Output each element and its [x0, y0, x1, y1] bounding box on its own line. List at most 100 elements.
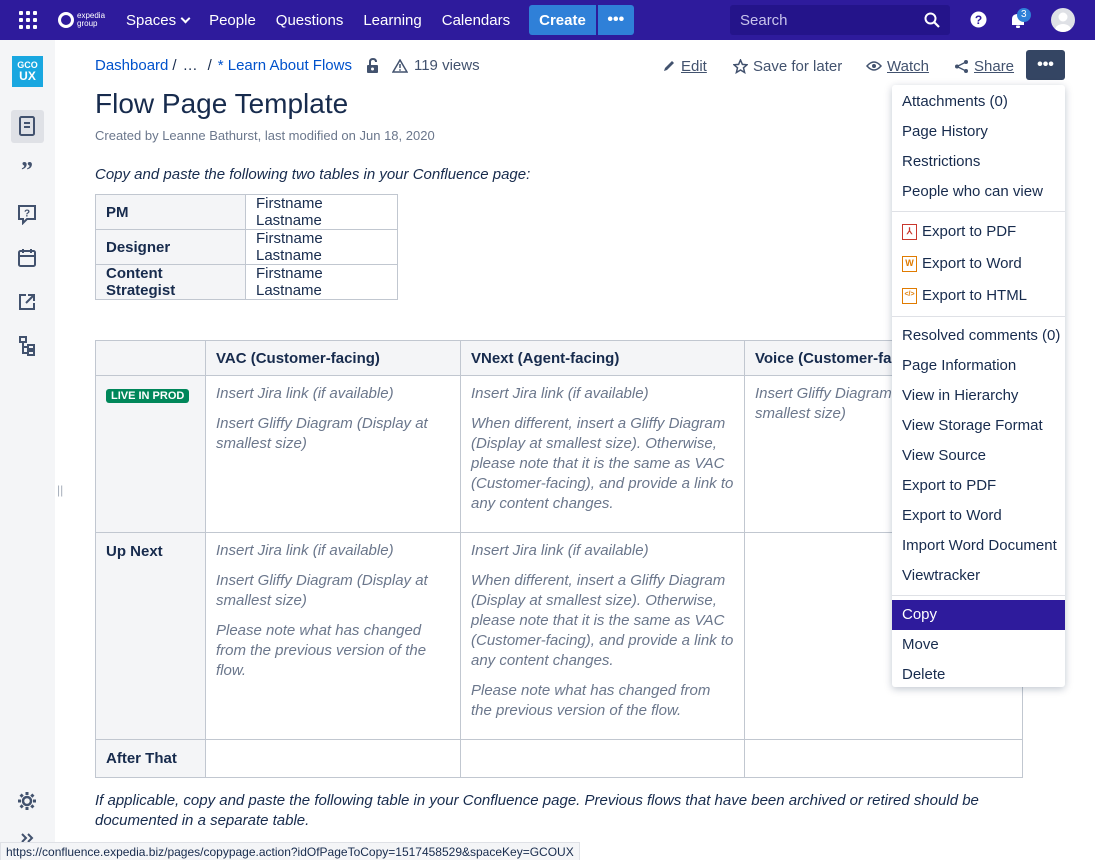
menu-item-delete[interactable]: Delete	[892, 660, 1065, 690]
save-for-later-button[interactable]: Save for later	[733, 56, 842, 76]
notification-count-badge: 3	[1017, 8, 1031, 22]
flow-table: VAC (Customer-facing) VNext (Agent-facin…	[95, 340, 1023, 778]
menu-item-export-pdf[interactable]: Export to PDF	[892, 471, 1065, 501]
menu-item-page-history[interactable]: Page History	[892, 117, 1065, 147]
menu-item-people-who-can-view[interactable]: People who can view	[892, 177, 1065, 207]
table-cell	[205, 739, 461, 778]
menu-item-viewtracker[interactable]: Viewtracker	[892, 561, 1065, 591]
hierarchy-icon[interactable]	[16, 335, 38, 357]
table-row: Up Next Insert Jira link (if available) …	[95, 532, 1023, 740]
menu-item-export-word-icon[interactable]: W Export to Word	[892, 248, 1065, 280]
menu-label: Export to Word	[922, 255, 1022, 272]
name-cell: Firstname Lastname	[245, 194, 398, 230]
create-button[interactable]: Create	[529, 5, 596, 35]
external-link-icon[interactable]	[16, 291, 38, 313]
space-logo-line2: UX	[19, 69, 36, 83]
menu-item-copy[interactable]: Copy	[892, 600, 1065, 630]
page-title: Flow Page Template	[95, 88, 349, 119]
views-count: 119 views	[413, 57, 480, 74]
breadcrumb: Dashboard / … / * Learn About Flows 119 …	[95, 57, 480, 74]
nav-questions[interactable]: Questions	[276, 12, 344, 29]
pages-icon[interactable]	[16, 115, 38, 137]
eye-icon	[866, 61, 882, 71]
menu-item-page-information[interactable]: Page Information	[892, 351, 1065, 381]
status-bar-url: https://confluence.expedia.biz/pages/cop…	[0, 842, 580, 860]
calendar-icon[interactable]	[16, 247, 38, 269]
html-file-icon: </>	[902, 288, 917, 304]
breadcrumb-learn-about-flows[interactable]: * Learn About Flows	[218, 57, 352, 74]
menu-item-move[interactable]: Move	[892, 630, 1065, 660]
footer-instructions: If applicable, copy and paste the follow…	[95, 792, 979, 829]
search-input[interactable]: Search	[730, 5, 950, 35]
breadcrumb-separator: /	[207, 57, 212, 74]
menu-item-import-word[interactable]: Import Word Document	[892, 531, 1065, 561]
table-header-row: VAC (Customer-facing) VNext (Agent-facin…	[95, 340, 1023, 376]
chevron-down-icon	[180, 13, 191, 23]
menu-item-export-html[interactable]: </> Export to HTML	[892, 280, 1065, 312]
star-icon	[733, 58, 748, 74]
menu-item-view-source[interactable]: View Source	[892, 441, 1065, 471]
row-label-after-that: After That	[95, 739, 206, 778]
jira-placeholder: Insert Jira link (if available)	[471, 385, 649, 402]
nav-calendars[interactable]: Calendars	[442, 12, 510, 29]
jira-placeholder: Insert Jira link (if available)	[216, 542, 394, 559]
menu-item-attachments[interactable]: Attachments (0)	[892, 87, 1065, 117]
nav-spaces[interactable]: Spaces	[126, 11, 191, 29]
role-cell: Content Strategist	[95, 264, 246, 300]
table-cell: Insert Jira link (if available) When dif…	[460, 375, 745, 533]
gliffy-different-placeholder: When different, insert a Gliffy Diagram …	[471, 572, 734, 669]
menu-item-export-word[interactable]: Export to Word	[892, 501, 1065, 531]
expedia-group-logo[interactable]: expedia group	[58, 12, 105, 28]
role-cell: Designer	[95, 229, 246, 265]
unlock-icon[interactable]	[366, 57, 380, 74]
svg-text:?: ?	[24, 209, 30, 220]
breadcrumb-ellipsis[interactable]: …	[183, 57, 198, 74]
space-logo[interactable]: GCO UX	[12, 56, 43, 87]
nav-people[interactable]: People	[209, 12, 256, 29]
roles-table: PM Firstname Lastname Designer Firstname…	[95, 194, 398, 300]
more-actions-button[interactable]: •••	[1026, 50, 1065, 80]
nav-spaces-label: Spaces	[126, 11, 177, 29]
blog-quote-icon[interactable]: ”	[16, 159, 38, 181]
watch-button[interactable]: Watch	[866, 56, 929, 76]
user-avatar[interactable]	[1051, 8, 1075, 32]
edit-button[interactable]: Edit	[662, 56, 707, 76]
settings-gear-icon[interactable]	[16, 790, 38, 812]
menu-divider	[892, 595, 1065, 596]
table-row: After That	[95, 739, 1023, 778]
menu-item-view-storage-format[interactable]: View Storage Format	[892, 411, 1065, 441]
user-avatar-icon	[1055, 12, 1071, 32]
row-label-live: LIVE IN PROD	[95, 375, 206, 533]
search-icon	[924, 12, 940, 28]
menu-label: Export to PDF	[922, 223, 1017, 240]
questions-icon[interactable]: ?	[16, 203, 38, 225]
share-label: Share	[974, 57, 1015, 75]
menu-item-view-in-hierarchy[interactable]: View in Hierarchy	[892, 381, 1065, 411]
create-group: Create •••	[529, 5, 634, 35]
table-cell: Insert Jira link (if available) When dif…	[460, 532, 745, 740]
pencil-icon	[664, 61, 674, 71]
gliffy-different-placeholder: When different, insert a Gliffy Diagram …	[471, 415, 734, 512]
table-cell: Insert Jira link (if available) Insert G…	[205, 375, 461, 533]
nav-learning[interactable]: Learning	[363, 12, 421, 29]
menu-item-resolved-comments[interactable]: Resolved comments (0)	[892, 321, 1065, 351]
intro-text: Copy and paste the following two tables …	[95, 166, 531, 183]
menu-label: Export to HTML	[922, 287, 1028, 304]
header-cell-vac: VAC (Customer-facing)	[205, 340, 461, 376]
share-button[interactable]: Share	[954, 56, 1014, 76]
help-icon[interactable]: ?	[970, 11, 987, 28]
logo-circle-icon	[58, 12, 74, 28]
row-label-up-next: Up Next	[95, 532, 206, 740]
create-more-button[interactable]: •••	[597, 5, 634, 35]
menu-divider	[892, 211, 1065, 212]
menu-item-restrictions[interactable]: Restrictions	[892, 147, 1065, 177]
breadcrumb-dashboard[interactable]: Dashboard	[95, 57, 168, 74]
menu-item-export-pdf-icon[interactable]: ⅄ Export to PDF	[892, 216, 1065, 248]
table-cell	[744, 739, 1023, 778]
share-icon	[955, 59, 968, 73]
sidebar-resize-handle[interactable]: ||	[57, 483, 63, 497]
app-switcher-icon[interactable]	[19, 11, 37, 29]
left-sidebar: GCO UX ” ? ||	[0, 40, 63, 860]
warning-triangle-icon	[391, 58, 408, 73]
live-in-prod-lozenge: LIVE IN PROD	[106, 389, 190, 403]
